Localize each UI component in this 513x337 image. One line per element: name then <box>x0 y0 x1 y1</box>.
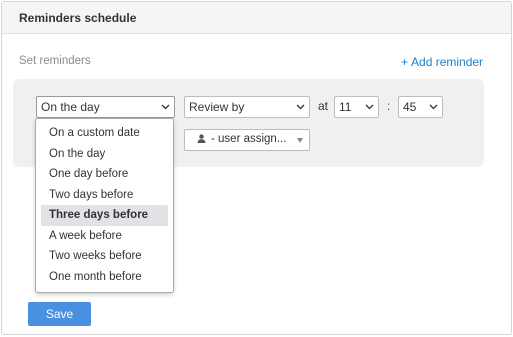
dropdown-option[interactable]: Two days before <box>41 185 168 206</box>
plus-icon: + <box>401 55 409 69</box>
add-reminder-label: Add reminder <box>411 55 484 69</box>
person-icon <box>197 134 206 143</box>
minute-select[interactable]: 45 <box>398 96 443 118</box>
reminder-action-value: Review by <box>189 100 245 114</box>
dropdown-option[interactable]: Two weeks before <box>41 246 168 267</box>
chevron-down-icon <box>296 104 305 110</box>
set-reminders-label: Set reminders <box>19 55 91 67</box>
panel-header: Reminders schedule <box>2 2 511 34</box>
hour-select[interactable]: 11 <box>334 96 379 118</box>
save-button[interactable]: Save <box>28 302 91 326</box>
add-reminder-link[interactable]: + Add reminder <box>401 55 483 69</box>
dropdown-option[interactable]: On a custom date <box>41 123 168 144</box>
user-assign-select[interactable]: - user assign... <box>184 129 310 151</box>
dropdown-option-highlighted[interactable]: Three days before <box>41 205 168 226</box>
dropdown-option[interactable]: On the day <box>41 144 168 165</box>
minute-value: 45 <box>403 100 417 114</box>
hour-value: 11 <box>339 100 352 114</box>
chevron-down-icon <box>429 104 438 110</box>
dropdown-option[interactable]: A week before <box>41 226 168 247</box>
chevron-down-icon <box>365 104 374 110</box>
dropdown-option[interactable]: One day before <box>41 164 168 185</box>
dropdown-option[interactable]: One month before <box>41 267 168 288</box>
reminder-when-select[interactable]: On the day <box>36 96 175 118</box>
user-assign-value: - user assign... <box>211 133 287 145</box>
time-separator: : <box>387 99 391 113</box>
chevron-down-icon <box>161 104 170 110</box>
caret-down-icon <box>297 138 303 143</box>
reminder-action-select[interactable]: Review by <box>184 96 310 118</box>
at-label: at <box>318 99 329 113</box>
reminder-when-value: On the day <box>41 100 100 114</box>
panel-title: Reminders schedule <box>19 11 137 25</box>
reminder-when-dropdown: On a custom date On the day One day befo… <box>35 118 174 293</box>
